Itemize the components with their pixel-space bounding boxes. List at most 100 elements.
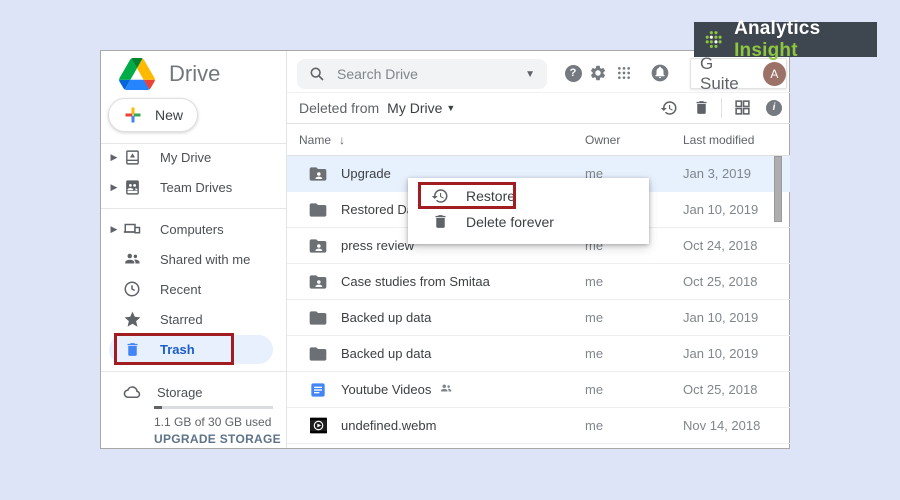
main-content: ▼ ? G Suite A Deleted from My Drive <box>286 51 789 448</box>
file-owner: me <box>585 310 603 325</box>
drive-triangle-icon <box>119 58 155 90</box>
file-row[interactable]: Backed up data me Jan 10, 2019 <box>287 300 790 336</box>
sidebar-item-storage[interactable]: Storage <box>101 379 286 405</box>
file-list-header: Name↓ Owner Last modified <box>287 124 790 156</box>
context-menu: Restore Delete forever <box>408 178 649 244</box>
sidebar-item-computers[interactable]: ▶ Computers <box>101 214 286 244</box>
restore-icon <box>430 186 450 206</box>
new-button[interactable]: New <box>108 98 198 132</box>
deleted-from-label: Deleted from <box>299 100 379 116</box>
my-drive-icon <box>122 147 142 167</box>
gsuite-account-card[interactable]: G Suite A <box>690 58 787 89</box>
scrollbar-thumb[interactable] <box>774 156 782 222</box>
shared-folder-icon <box>308 236 328 256</box>
file-modified: Jan 3, 2019 <box>683 166 751 181</box>
storage-progress-bar <box>154 406 273 409</box>
drive-logo[interactable]: Drive <box>119 58 220 90</box>
video-file-icon <box>308 416 328 436</box>
location-toolbar: Deleted from My Drive ▼ i <box>287 92 790 124</box>
context-menu-label: Delete forever <box>466 214 554 230</box>
upgrade-storage-link[interactable]: UPGRADE STORAGE <box>154 432 281 446</box>
location-dropdown[interactable]: My Drive <box>387 100 442 116</box>
sidebar-item-label: My Drive <box>160 150 211 165</box>
file-row[interactable]: undefined.webm me Nov 14, 2018 <box>287 408 790 444</box>
drive-window: Drive New ▶ My Drive ▶ <box>100 50 790 449</box>
file-modified: Oct 25, 2018 <box>683 274 757 289</box>
shared-folder-icon <box>308 272 328 292</box>
context-menu-item-restore[interactable]: Restore <box>408 183 649 208</box>
file-modified: Jan 10, 2019 <box>683 310 758 325</box>
file-name: undefined.webm <box>341 418 436 433</box>
file-row[interactable]: Youtube Videos me Oct 25, 2018 <box>287 372 790 408</box>
file-owner: me <box>585 274 603 289</box>
grid-view-button[interactable] <box>726 96 758 120</box>
sidebar-item-label: Shared with me <box>160 252 250 267</box>
sidebar-item-label: Starred <box>160 312 203 327</box>
search-input[interactable] <box>337 66 507 82</box>
account-avatar[interactable]: A <box>763 62 786 86</box>
file-name: Upgrade <box>341 166 391 181</box>
file-name: Backed up data <box>341 346 431 361</box>
file-owner: me <box>585 418 603 433</box>
settings-gear-icon[interactable] <box>587 62 609 84</box>
toolbar-divider <box>721 98 722 118</box>
analytics-insight-badge: Analytics Insight <box>694 22 877 57</box>
shared-indicator-icon <box>439 381 453 398</box>
sidebar-item-shared-with-me[interactable]: Shared with me <box>101 244 286 274</box>
column-last-modified[interactable]: Last modified <box>683 133 754 147</box>
context-menu-label: Restore <box>466 188 515 204</box>
sidebar-item-team-drives[interactable]: ▶ Team Drives <box>101 172 286 202</box>
sidebar-item-label: Team Drives <box>160 180 232 195</box>
file-modified: Oct 24, 2018 <box>683 238 757 253</box>
expand-arrow-icon[interactable]: ▶ <box>108 224 120 235</box>
app-title: Drive <box>169 61 220 87</box>
notifications-bell-icon[interactable] <box>649 62 671 84</box>
expand-arrow-icon[interactable]: ▶ <box>108 152 120 163</box>
sidebar-item-my-drive[interactable]: ▶ My Drive <box>101 142 286 172</box>
starred-icon <box>122 309 142 329</box>
column-name[interactable]: Name↓ <box>299 133 345 147</box>
file-owner: me <box>585 382 603 397</box>
sidebar-divider <box>101 208 286 209</box>
location-caret-icon[interactable]: ▼ <box>446 103 455 113</box>
file-row[interactable]: Backed up data me Jan 10, 2019 <box>287 336 790 372</box>
restore-button[interactable] <box>653 96 685 120</box>
file-row[interactable]: Case studies from Smitaa me Oct 25, 2018 <box>287 264 790 300</box>
sort-descending-icon: ↓ <box>339 133 345 147</box>
team-drives-icon <box>122 177 142 197</box>
file-modified: Jan 10, 2019 <box>683 202 758 217</box>
sidebar-item-starred[interactable]: Starred <box>101 304 286 334</box>
file-modified: Jan 10, 2019 <box>683 346 758 361</box>
file-modified: Nov 14, 2018 <box>683 418 760 433</box>
file-name: Backed up data <box>341 310 431 325</box>
delete-forever-button[interactable] <box>685 96 717 120</box>
apps-grid-icon[interactable] <box>613 62 635 84</box>
computers-icon <box>122 219 142 239</box>
context-menu-item-delete-forever[interactable]: Delete forever <box>408 209 649 234</box>
storage-usage-text: 1.1 GB of 30 GB used <box>154 415 271 429</box>
search-options-caret-icon[interactable]: ▼ <box>525 69 535 80</box>
file-name: press review <box>341 238 414 253</box>
column-owner[interactable]: Owner <box>585 133 620 147</box>
recent-icon <box>122 279 142 299</box>
folder-icon <box>308 308 328 328</box>
sidebar-item-trash[interactable]: Trash <box>101 335 286 364</box>
new-button-label: New <box>155 107 183 123</box>
folder-icon <box>308 200 328 220</box>
search-bar[interactable]: ▼ <box>297 59 547 89</box>
shared-folder-icon <box>308 164 328 184</box>
shared-with-me-icon <box>122 249 142 269</box>
sidebar-item-label: Trash <box>160 342 195 357</box>
info-button[interactable]: i <box>758 96 790 120</box>
help-icon[interactable]: ? <box>562 62 584 84</box>
storage-progress-fill <box>154 406 162 409</box>
expand-arrow-icon[interactable]: ▶ <box>108 182 120 193</box>
sidebar-item-label: Computers <box>160 222 224 237</box>
file-name: Case studies from Smitaa <box>341 274 490 289</box>
plus-icon <box>124 106 142 124</box>
search-icon <box>309 66 325 82</box>
sidebar-item-recent[interactable]: Recent <box>101 274 286 304</box>
file-owner: me <box>585 346 603 361</box>
page: Analytics Insight Drive <box>0 0 900 500</box>
file-name: Youtube Videos <box>341 381 453 398</box>
